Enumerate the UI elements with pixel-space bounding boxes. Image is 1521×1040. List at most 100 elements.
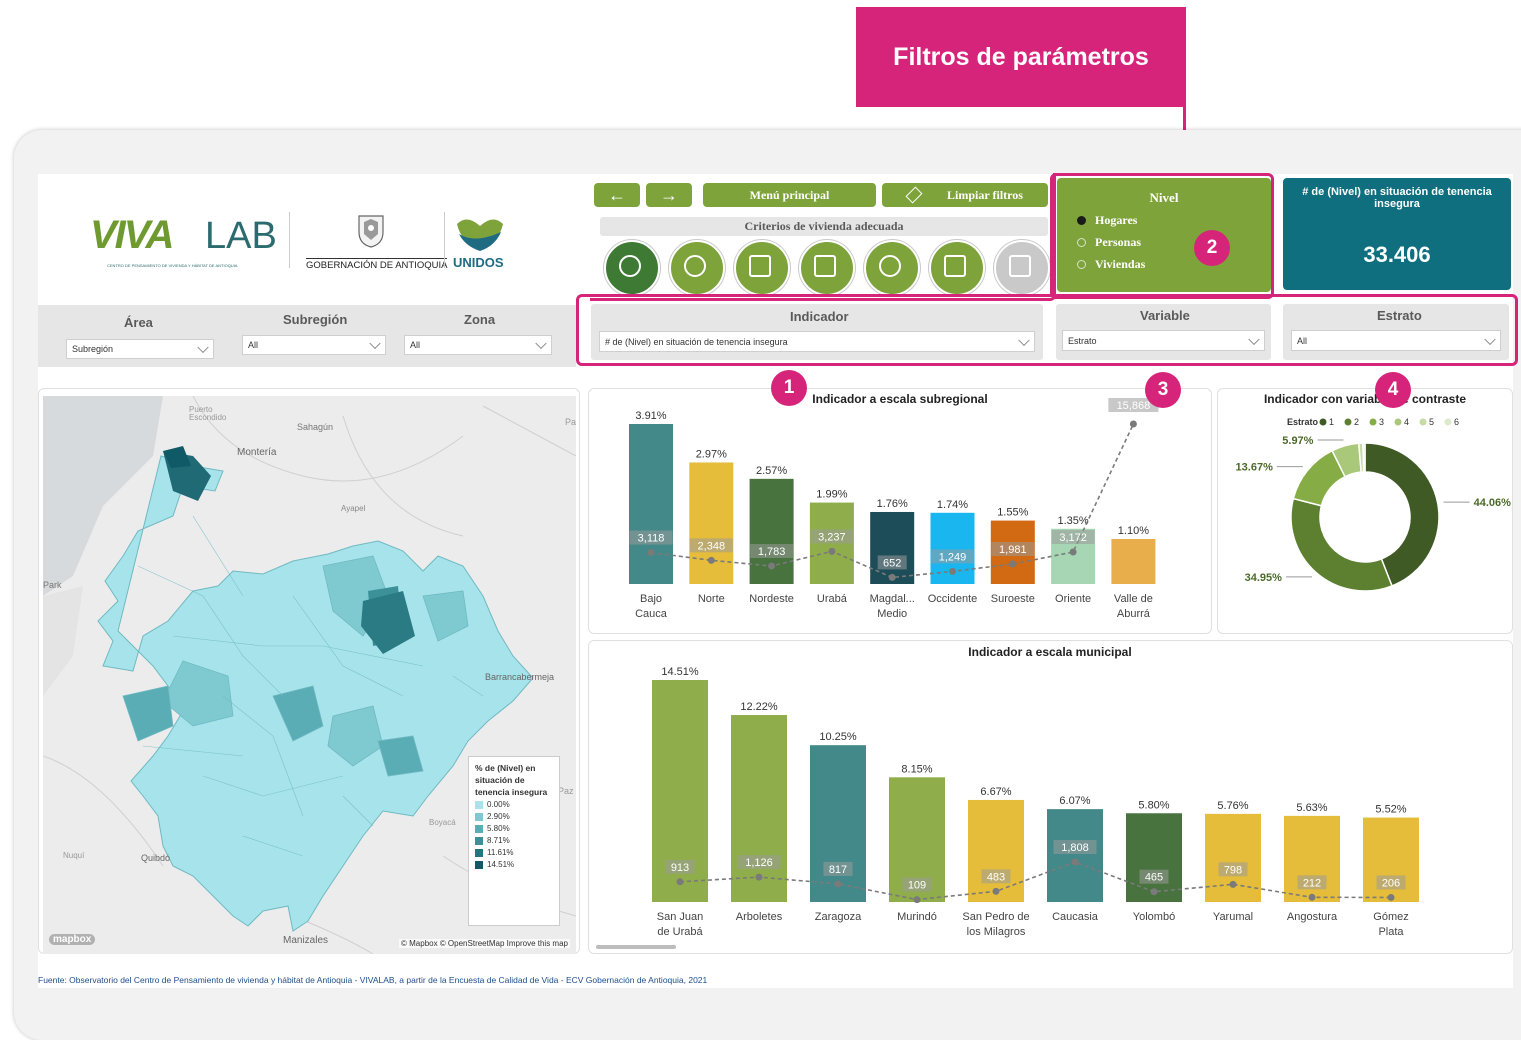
data-label: 1.10%	[1118, 525, 1149, 537]
line-point	[1069, 548, 1077, 556]
map-attribution[interactable]: © Mapbox © OpenStreetMap Improve this ma…	[399, 939, 570, 948]
chevron-down-icon	[197, 341, 209, 354]
unidos-logo-icon	[455, 214, 505, 254]
contrast-donut-chart: Indicador con variable de contraste Estra…	[1236, 392, 1512, 592]
legend-label: 2	[1354, 417, 1359, 427]
indicador-value: # de (Nivel) en situación de tenencia in…	[605, 336, 788, 347]
line-point	[992, 887, 1000, 895]
legend-label: 0.00%	[487, 800, 510, 809]
line-point	[1071, 858, 1079, 866]
category-label: los Milagros	[967, 926, 1026, 938]
data-label: 1.74%	[937, 499, 968, 511]
data-label: 5.76%	[1217, 800, 1248, 812]
badge-4: 4	[1375, 372, 1411, 408]
line-point	[676, 878, 684, 886]
badge-2: 2	[1194, 230, 1230, 266]
data-label: 5.80%	[1138, 799, 1169, 811]
count-label: 3,172	[1059, 532, 1087, 544]
category-label: San Juan	[657, 911, 703, 923]
legend-item: 11.61%	[475, 847, 553, 858]
count-label: 3,118	[638, 533, 665, 545]
estrato-dropdown[interactable]: All	[1291, 330, 1501, 351]
source-footer: Fuente: Observatorio del Centro de Pensa…	[38, 975, 708, 985]
legend-label: 4	[1404, 417, 1409, 427]
category-label: Caucasia	[1052, 911, 1099, 923]
legend-marker	[1319, 418, 1327, 426]
map-place-label: Nuquí	[63, 851, 85, 860]
radio-hogares[interactable]	[1077, 216, 1086, 225]
chart-title: Indicador con variable de contraste	[1264, 392, 1466, 406]
map-view[interactable]: Puerto Escondido Sahagún Montería Ayapel…	[43, 396, 576, 954]
category-label: Arboletes	[736, 911, 783, 923]
line-point	[1387, 893, 1395, 901]
variable-dropdown[interactable]: Estrato	[1062, 330, 1265, 351]
legend-label: 2.90%	[487, 812, 510, 821]
count-label: 1,126	[745, 857, 773, 869]
line-point	[1229, 880, 1237, 888]
area-label: Área	[124, 315, 153, 330]
map-place-label: Paz	[558, 786, 574, 796]
subregion-value: All	[248, 340, 259, 350]
area-dropdown[interactable]: Subregión	[66, 339, 214, 359]
slice-label: 34.95%	[1245, 572, 1283, 584]
chevron-down-icon	[1248, 333, 1260, 345]
line-point	[834, 880, 842, 888]
radio-personas[interactable]	[1077, 238, 1086, 247]
mapbox-text: mapbox	[53, 934, 92, 945]
radio-personas-label[interactable]: Personas	[1095, 235, 1141, 250]
map-place-label: Barrancabermeja	[485, 672, 555, 682]
line-point	[755, 873, 763, 881]
variable-panel: Variable Estrato	[1056, 304, 1271, 360]
subregion-label: Subregión	[283, 312, 348, 327]
line-point	[1150, 888, 1158, 896]
slice-label: 44.06%	[1474, 497, 1512, 509]
chart-title: Indicador a escala municipal	[968, 645, 1131, 659]
count-label: 1,981	[999, 544, 1027, 556]
indicador-dropdown[interactable]: # de (Nivel) en situación de tenencia in…	[599, 331, 1035, 352]
data-label: 3.91%	[635, 410, 666, 422]
radio-viviendas-label[interactable]: Viviendas	[1095, 257, 1145, 272]
count-label: 465	[1145, 872, 1163, 884]
legend-label: 11.61%	[487, 848, 514, 857]
count-label: 212	[1303, 877, 1321, 889]
legend-swatch	[475, 812, 483, 821]
kpi-card: # de (Nivel) en situación de tenencia in…	[1283, 178, 1511, 290]
radio-viviendas[interactable]	[1077, 260, 1086, 269]
line-point	[1009, 560, 1017, 568]
slice-label: 5.97%	[1282, 435, 1313, 447]
vivalab-logo: VIVA LAB CENTRO DE PENSAMIENTO DE VIVIEN…	[90, 213, 290, 273]
category-label: Suroeste	[991, 593, 1035, 605]
legend-marker	[1344, 418, 1352, 426]
legend-swatch	[475, 824, 483, 833]
category-label: Medio	[877, 608, 907, 620]
bar	[1047, 809, 1103, 902]
category-label: Yolombó	[1133, 911, 1175, 923]
variable-value: Estrato	[1068, 335, 1097, 346]
estrato-panel: Estrato All	[1283, 304, 1509, 360]
chevron-down-icon	[1484, 333, 1496, 345]
map-place-label: Ayapel	[341, 504, 366, 513]
horizontal-scrollbar[interactable]	[596, 945, 676, 949]
line-point	[707, 556, 715, 564]
legend-label: 8.71%	[487, 836, 510, 845]
subregion-dropdown[interactable]: All	[242, 335, 386, 355]
map-place-label: Manizales	[283, 935, 329, 946]
area-value: Subregión	[72, 344, 114, 354]
variable-label: Variable	[1140, 308, 1190, 323]
chevron-down-icon	[369, 337, 381, 350]
zona-dropdown[interactable]: All	[404, 335, 552, 355]
line-point	[913, 896, 921, 904]
legend-label: 1	[1329, 417, 1334, 427]
category-label: Urabá	[817, 593, 848, 605]
map-place-label: Park	[43, 580, 62, 590]
estrato-value: All	[1297, 335, 1308, 346]
bar	[1111, 538, 1156, 584]
category-label: de Urabá	[657, 926, 703, 938]
count-label: 1,808	[1061, 842, 1089, 854]
nivel-title: Nivel	[1149, 190, 1179, 205]
legend-swatch	[475, 836, 483, 845]
legend-marker	[1394, 418, 1402, 426]
category-label: Magdal...	[870, 593, 915, 605]
radio-hogares-label[interactable]: Hogares	[1095, 213, 1137, 228]
category-label: San Pedro de	[962, 911, 1029, 923]
